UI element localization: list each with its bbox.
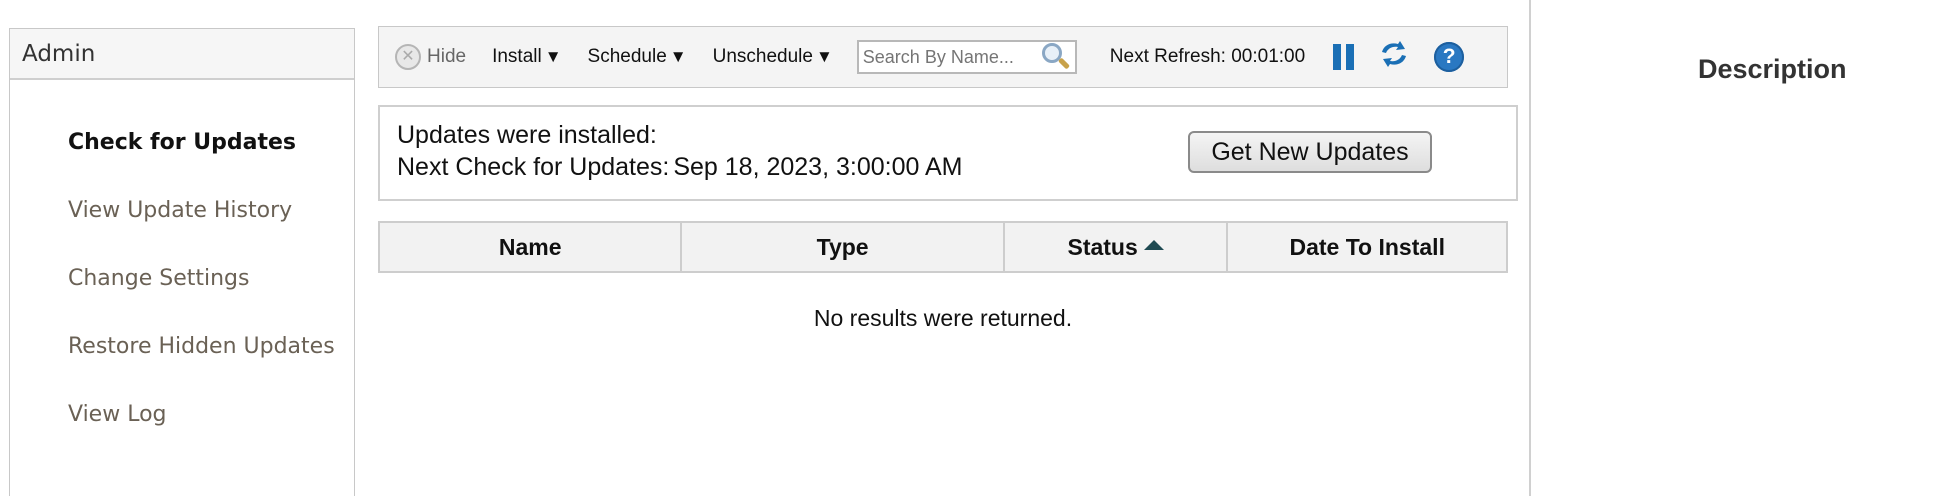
search-box: [856, 40, 1077, 74]
get-new-updates-button[interactable]: Get New Updates: [1188, 131, 1432, 173]
column-header-date-to-install[interactable]: Date To Install: [1226, 221, 1508, 273]
install-menu-button[interactable]: Install ▼: [492, 46, 561, 68]
sidebar-item-view-log[interactable]: View Log: [10, 380, 354, 448]
search-input[interactable]: [862, 46, 1039, 68]
chevron-down-icon: ▼: [815, 47, 833, 66]
next-check-value: Sep 18, 2023, 3:00:00 AM: [673, 153, 963, 181]
description-title: Description: [1698, 54, 1847, 84]
schedule-menu-button[interactable]: Schedule ▼: [588, 46, 687, 68]
close-circle-icon: ✕: [395, 44, 421, 70]
admin-sidebar: Admin Check for Updates View Update Hist…: [9, 28, 355, 496]
update-status-panel: Updates were installed: Next Check for U…: [378, 105, 1518, 201]
column-header-type[interactable]: Type: [680, 221, 1005, 273]
panel-divider: [1529, 0, 1531, 496]
help-icon[interactable]: ?: [1434, 42, 1465, 72]
sort-ascending-icon: [1143, 240, 1164, 251]
status-header-label: Status: [1067, 233, 1138, 260]
sidebar-item-check-for-updates[interactable]: Check for Updates: [10, 108, 354, 176]
refresh-icon[interactable]: [1378, 40, 1410, 74]
empty-results-message: No results were returned.: [813, 305, 1073, 331]
next-refresh-countdown: Next Refresh: 00:01:00: [1109, 46, 1306, 67]
sidebar-nav: Check for Updates View Update History Ch…: [10, 80, 354, 448]
schedule-label: Schedule: [587, 46, 667, 67]
column-header-name[interactable]: Name: [377, 221, 683, 273]
pause-icon[interactable]: [1333, 44, 1355, 70]
updates-toolbar: ✕ Hide Install▼ Schedule▼ Unschedule▼ Ne…: [378, 26, 1508, 88]
updates-table: Name Type Status Date To Install: [377, 221, 1508, 273]
install-label: Install: [492, 46, 542, 67]
table-header-row: Name Type Status Date To Install: [377, 221, 1508, 273]
hide-label: Hide: [427, 46, 467, 67]
search-icon[interactable]: [1039, 42, 1073, 72]
next-check-label: Next Check for Updates:: [397, 153, 670, 181]
chevron-down-icon: ▼: [544, 47, 562, 66]
unschedule-menu-button[interactable]: Unschedule ▼: [713, 46, 833, 68]
hide-button[interactable]: ✕ Hide: [395, 44, 466, 70]
next-check-row: Next Check for Updates: Sep 18, 2023, 3:0…: [397, 153, 962, 182]
column-header-status[interactable]: Status: [1002, 221, 1229, 273]
unschedule-label: Unschedule: [712, 46, 813, 67]
sidebar-title: Admin: [10, 29, 354, 80]
sidebar-item-view-update-history[interactable]: View Update History: [10, 176, 354, 244]
sidebar-item-change-settings[interactable]: Change Settings: [10, 244, 354, 312]
sidebar-item-restore-hidden-updates[interactable]: Restore Hidden Updates: [10, 312, 354, 380]
chevron-down-icon: ▼: [669, 47, 687, 66]
installed-status-text: Updates were installed:: [397, 121, 657, 149]
